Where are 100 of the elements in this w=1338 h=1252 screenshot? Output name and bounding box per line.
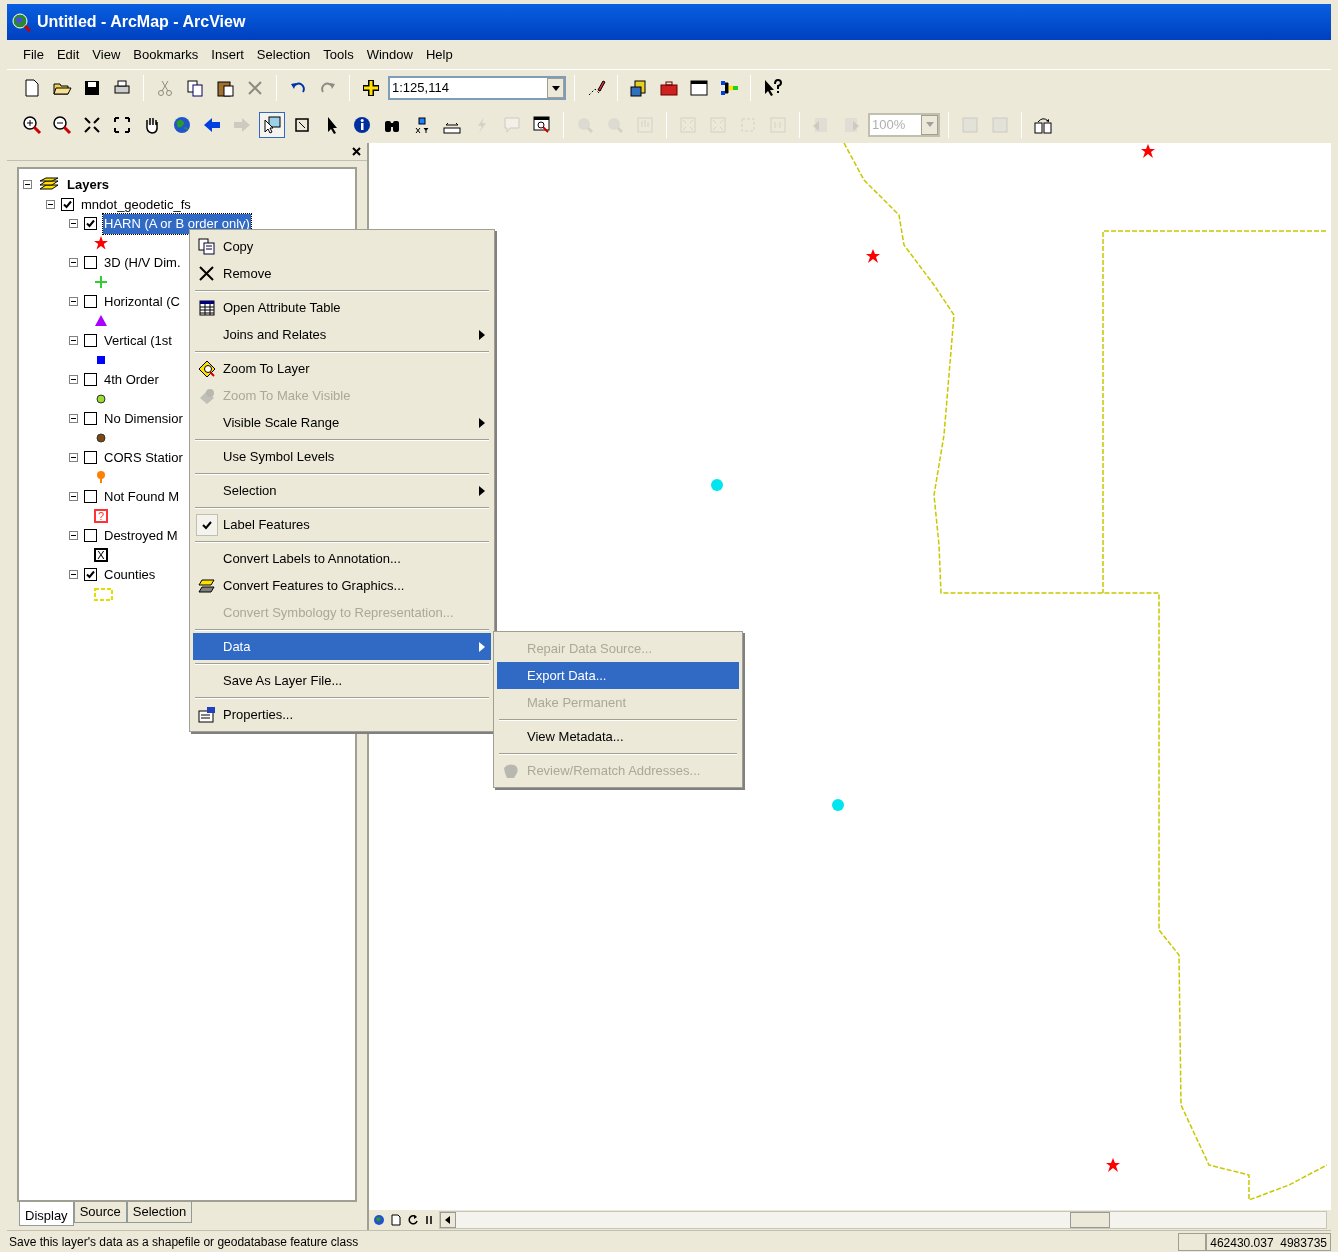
model-diagram-icon[interactable] xyxy=(719,78,739,98)
command-window-icon[interactable] xyxy=(689,78,709,98)
menu-item[interactable]: Visible Scale Range xyxy=(193,409,491,436)
copy-icon xyxy=(198,237,216,256)
collapse-icon[interactable] xyxy=(69,531,78,541)
menu-item[interactable]: Insert xyxy=(209,44,246,65)
window-magnifier-icon[interactable] xyxy=(532,114,552,135)
collapse-icon[interactable] xyxy=(69,219,78,229)
boxed-mark-symbol: ? xyxy=(94,509,108,524)
menu-item[interactable]: Selection xyxy=(193,477,491,504)
panel-tab[interactable]: Source xyxy=(73,1202,127,1223)
dropdown-arrow-icon xyxy=(551,85,560,91)
page-icon[interactable] xyxy=(391,1214,401,1226)
layer-name[interactable]: No Dimensior xyxy=(103,409,184,429)
layer-name[interactable]: Counties xyxy=(103,565,157,585)
coordinates-readout: 462430.037 4983735 xyxy=(1206,1232,1331,1251)
collapse-icon[interactable] xyxy=(69,414,78,424)
pause-icon[interactable] xyxy=(425,1215,433,1225)
zoom-out-icon[interactable] xyxy=(52,114,72,135)
window-title: Untitled - ArcMap - ArcView xyxy=(37,12,246,32)
checkbox[interactable] xyxy=(84,529,97,543)
toolbox-icon[interactable] xyxy=(659,78,679,98)
layer-name[interactable]: mndot_geodetic_fs xyxy=(80,194,192,214)
menu-item[interactable]: Data xyxy=(193,633,491,660)
menu-item[interactable]: Window xyxy=(364,44,415,65)
menu-item[interactable]: Convert Labels to Annotation... xyxy=(193,545,491,572)
layer-name[interactable]: 4th Order xyxy=(103,370,160,390)
zoom-in-icon[interactable] xyxy=(22,114,42,135)
outward-arrows-icon[interactable] xyxy=(112,114,132,135)
menu-item[interactable]: Tools xyxy=(321,44,356,65)
new-document-icon[interactable] xyxy=(22,78,42,98)
info-icon[interactable] xyxy=(352,114,372,135)
layer-name[interactable]: CORS Statior xyxy=(103,448,184,468)
checkbox[interactable] xyxy=(84,451,97,465)
plus-icon[interactable] xyxy=(361,78,381,98)
save-icon[interactable] xyxy=(82,78,102,98)
menu-item[interactable]: Joins and Relates xyxy=(193,321,491,348)
horizontal-scrollbar[interactable] xyxy=(439,1211,1327,1229)
scroll-left-icon[interactable] xyxy=(440,1212,456,1228)
menu-item[interactable]: Label Features xyxy=(193,511,491,538)
globe-icon[interactable] xyxy=(373,1214,385,1226)
menu-item[interactable]: Edit xyxy=(54,44,82,65)
tree-root-label[interactable]: Layers xyxy=(66,175,110,195)
menu-item[interactable]: Open Attribute Table xyxy=(193,294,491,321)
layer-name[interactable]: 3D (H/V Dim. xyxy=(103,253,182,273)
checkbox[interactable] xyxy=(84,490,97,504)
layer-name[interactable]: Horizontal (C xyxy=(103,292,181,312)
scroll-thumb[interactable] xyxy=(1070,1212,1110,1228)
checkbox[interactable] xyxy=(61,197,74,211)
menu-item[interactable]: Properties... xyxy=(193,701,491,728)
globe-magnifier-icon xyxy=(11,12,31,32)
checkbox[interactable] xyxy=(84,217,97,231)
collapse-icon[interactable] xyxy=(69,375,78,385)
menu-item[interactable]: Zoom To Layer xyxy=(193,355,491,382)
collapse-icon[interactable] xyxy=(69,297,78,307)
properties-icon xyxy=(198,705,216,724)
panel-tab[interactable]: Display xyxy=(19,1202,74,1226)
collapse-icon[interactable] xyxy=(23,180,32,190)
pencil-vertices-icon[interactable] xyxy=(586,78,606,98)
boxed-mark-symbol: X xyxy=(94,548,108,563)
menu-item[interactable]: File xyxy=(21,44,46,65)
collapse-icon[interactable] xyxy=(69,570,78,580)
checkbox[interactable] xyxy=(84,334,97,348)
menu-item[interactable]: Bookmarks xyxy=(131,44,201,65)
panel-tab[interactable]: Selection xyxy=(126,1202,193,1223)
checkbox[interactable] xyxy=(84,412,97,426)
status-message: Save this layer's data as a shapefile or geodatabase feature class xyxy=(8,1233,360,1251)
globe-icon[interactable] xyxy=(172,114,192,135)
menu-item[interactable]: Convert Features to Graphics... xyxy=(193,572,491,599)
checkbox[interactable] xyxy=(84,256,97,270)
zoom-layer-icon xyxy=(198,359,216,378)
refresh-icon[interactable] xyxy=(407,1214,419,1226)
collapse-icon[interactable] xyxy=(69,492,78,502)
checkbox[interactable] xyxy=(84,295,97,309)
layer-name[interactable]: Destroyed M xyxy=(103,526,179,546)
collapse-icon[interactable] xyxy=(69,258,78,268)
menu-item[interactable]: View xyxy=(90,44,123,65)
table-icon xyxy=(198,298,216,317)
dropdown-field[interactable]: 1:125,114 xyxy=(388,76,566,100)
menu-item[interactable]: Export Data... xyxy=(497,662,739,689)
layer-name[interactable]: Vertical (1st xyxy=(103,331,173,351)
collapse-icon[interactable] xyxy=(46,199,55,209)
collapse-icon[interactable] xyxy=(69,336,78,346)
paste-icon[interactable] xyxy=(215,78,235,98)
collapse-icon[interactable] xyxy=(69,453,78,463)
menu-item[interactable]: Help xyxy=(423,44,455,65)
checkbox[interactable] xyxy=(84,373,97,387)
status-panel xyxy=(1178,1232,1207,1251)
menu-item[interactable]: Selection xyxy=(254,44,313,65)
menu-item[interactable]: Copy xyxy=(193,233,491,260)
layer-name[interactable]: Not Found M xyxy=(103,487,181,507)
menu-item[interactable]: Save As Layer File... xyxy=(193,667,491,694)
dropdown-arrow-icon xyxy=(925,122,934,127)
menu-item[interactable]: Remove xyxy=(193,260,491,287)
arrow-question-icon[interactable] xyxy=(762,78,782,98)
checkbox[interactable] xyxy=(84,568,97,582)
menu-item[interactable]: View Metadata... xyxy=(497,723,739,750)
inward-arrows-icon[interactable] xyxy=(82,114,102,135)
copy-icon[interactable] xyxy=(185,78,205,98)
menu-item[interactable]: Use Symbol Levels xyxy=(193,443,491,470)
